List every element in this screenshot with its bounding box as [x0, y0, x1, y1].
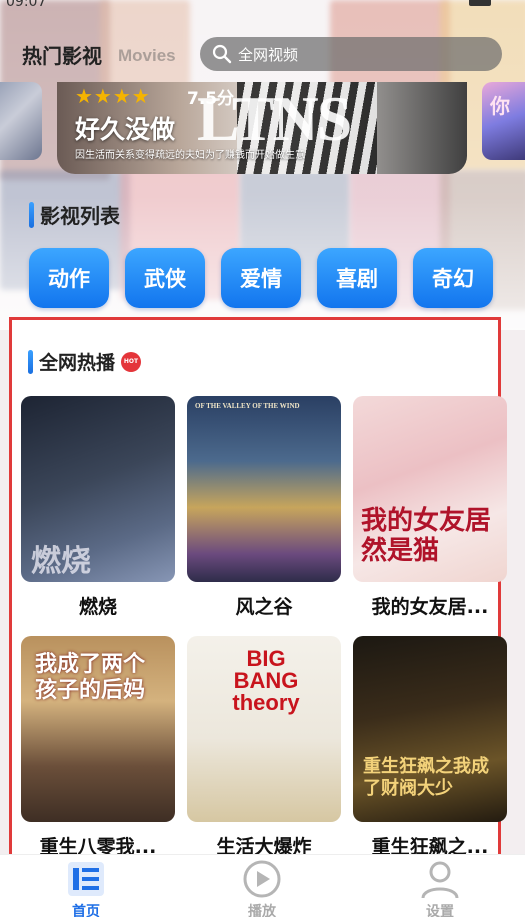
- poster-title: BIG BANG theory: [232, 646, 300, 715]
- banner-title: 好久没做: [75, 115, 176, 144]
- play-circle-icon: [243, 860, 281, 898]
- status-time: 09:07: [6, 0, 47, 10]
- tab-home[interactable]: 首页: [36, 859, 136, 917]
- poster-title: 燃烧: [31, 544, 91, 579]
- tab-settings[interactable]: 设置: [390, 859, 490, 917]
- genre-button-fantasy[interactable]: 奇幻: [413, 248, 493, 308]
- movie-poster: 我的女友居然是猫: [353, 396, 507, 582]
- movie-card[interactable]: 燃烧 燃烧: [21, 396, 175, 619]
- category-section-header: 影视列表: [29, 200, 120, 229]
- hot-fire-icon: HOT: [121, 351, 142, 372]
- movie-card[interactable]: 我成了两个孩子的后妈 重生八零我...: [21, 636, 175, 859]
- user-icon: [421, 861, 459, 899]
- banner-description: 因生活而关系变得疏远的夫妇为了赚钱而开始做生意: [75, 150, 305, 161]
- genre-button-wuxia[interactable]: 武侠: [125, 248, 205, 308]
- banner-next-text: 你: [490, 94, 510, 118]
- tab-play-label: 播放: [248, 904, 276, 917]
- movie-poster: 燃烧: [21, 396, 175, 582]
- banner-score: 7.5分: [187, 89, 235, 109]
- hot-movies-panel: 全网热播 HOT 燃烧 燃烧 OF THE VALLEY OF THE WIND…: [9, 317, 507, 865]
- page-title: 热门影视: [22, 44, 102, 68]
- hot-section-header: 全网热播 HOT: [28, 348, 142, 375]
- movie-poster: 重生狂飙之我成了财阀大少: [353, 636, 507, 822]
- movie-title: 风之谷: [235, 596, 293, 618]
- movie-card[interactable]: 我的女友居然是猫 我的女友居...: [353, 396, 507, 619]
- section-accent-bar: [29, 201, 34, 228]
- poster-title: 我成了两个孩子的后妈: [35, 652, 146, 703]
- hot-section-title: 全网热播: [39, 352, 116, 374]
- tab-home-label: 首页: [72, 904, 100, 917]
- movie-poster: BIG BANG theory: [187, 636, 341, 822]
- movie-poster: 我成了两个孩子的后妈: [21, 636, 175, 822]
- banner-prev-card[interactable]: [0, 82, 42, 160]
- genre-button-row: 动作 武侠 爱情 喜剧 奇幻: [29, 248, 499, 308]
- search-bar[interactable]: 全网视频: [200, 37, 502, 71]
- genre-button-action[interactable]: 动作: [29, 248, 109, 308]
- poster-title: OF THE VALLEY OF THE WIND: [195, 402, 300, 410]
- movie-title: 我的女友居...: [371, 596, 489, 618]
- poster-title: 重生狂飙之我成了财阀大少: [363, 756, 489, 799]
- genre-button-comedy[interactable]: 喜剧: [317, 248, 397, 308]
- movie-card[interactable]: 重生狂飙之我成了财阀大少 重生狂飙之...: [353, 636, 507, 859]
- banner-card[interactable]: LTNS ★★★★ 7.5分 好久没做 因生活而关系变得疏远的夫妇为了赚钱而开始…: [57, 82, 467, 174]
- page-subtitle: Movies: [118, 46, 176, 65]
- section-accent-bar: [28, 349, 33, 374]
- rating-stars-icon: ★★★★: [75, 84, 151, 108]
- movie-card[interactable]: BIG BANG theory 生活大爆炸: [187, 636, 341, 859]
- search-icon: [212, 44, 232, 64]
- search-placeholder: 全网视频: [238, 45, 299, 64]
- battery-icon: [469, 0, 491, 6]
- home-list-icon: [68, 862, 104, 896]
- banner-next-card[interactable]: 你: [482, 82, 525, 160]
- movie-poster: OF THE VALLEY OF THE WIND: [187, 396, 341, 582]
- tab-settings-label: 设置: [426, 904, 454, 917]
- poster-title: 我的女友居然是猫: [361, 506, 492, 566]
- tab-play[interactable]: 播放: [212, 859, 312, 917]
- movie-card[interactable]: OF THE VALLEY OF THE WIND 风之谷: [187, 396, 341, 619]
- movie-title: 燃烧: [78, 596, 117, 618]
- genre-button-romance[interactable]: 爱情: [221, 248, 301, 308]
- status-bar: 09:07: [0, 0, 525, 14]
- category-section-title: 影视列表: [40, 204, 120, 228]
- bottom-tab-bar: 首页 播放 设置: [0, 854, 525, 917]
- top-header: 热门影视 Movies 全网视频: [0, 30, 525, 78]
